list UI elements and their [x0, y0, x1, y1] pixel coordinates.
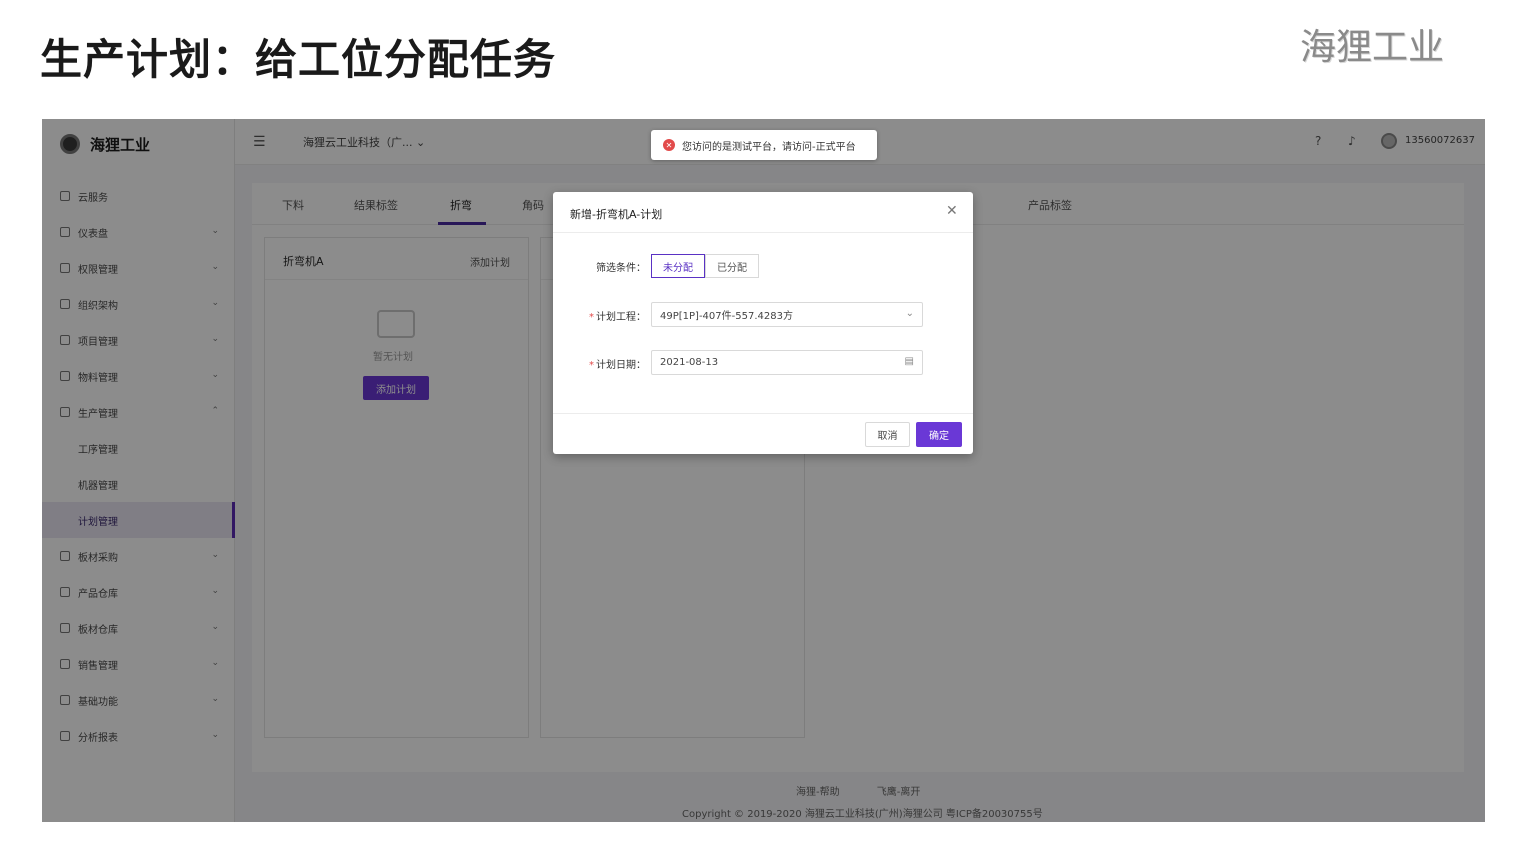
- app-window: 海狸工业 云服务 仪表盘 ⌄ 权限管理 ⌄ 组织架构 ⌄ 项目管理 ⌄ 物料管理 ⌄ 生产管理 ⌃ 工序管…: [42, 119, 1485, 822]
- test-platform-notice: ✕ 您访问的是测试平台，请访问-正式平台: [651, 130, 877, 160]
- filter-row: 筛选条件： 未分配 已分配: [553, 253, 973, 279]
- calendar-icon: ▤: [904, 356, 914, 367]
- date-picker-value: 2021-08-13: [660, 357, 719, 368]
- filter-toggle: 未分配 已分配: [651, 254, 759, 278]
- add-plan-dialog: 新增-折弯机A-计划 ✕ 筛选条件： 未分配 已分配 * 计划工程： 49P[1P…: [553, 192, 973, 454]
- dialog-footer: 取消 确定: [553, 413, 973, 454]
- date-row: * 计划日期： 2021-08-13 ▤: [553, 350, 973, 376]
- confirm-button[interactable]: 确定: [916, 422, 962, 447]
- filter-unassigned-button[interactable]: 未分配: [651, 254, 705, 278]
- close-icon[interactable]: ✕: [946, 203, 958, 219]
- project-select[interactable]: 49P[1P]-407件-557.4283方 ⌄: [651, 302, 923, 327]
- filter-assigned-button[interactable]: 已分配: [705, 254, 759, 278]
- dialog-title: 新增-折弯机A-计划: [570, 208, 663, 221]
- date-picker[interactable]: 2021-08-13 ▤: [651, 350, 923, 375]
- slide-title: 生产计划：给工位分配任务: [40, 35, 557, 84]
- chevron-down-icon: ⌄: [905, 308, 914, 319]
- date-label: * 计划日期：: [589, 360, 646, 371]
- dialog-header: 新增-折弯机A-计划 ✕: [553, 192, 973, 233]
- project-row: * 计划工程： 49P[1P]-407件-557.4283方 ⌄: [553, 302, 973, 328]
- slide-brand-logo: 海狸工业: [1300, 27, 1445, 68]
- notice-text: 您访问的是测试平台，请访问-正式平台: [682, 141, 856, 153]
- filter-label: 筛选条件：: [596, 263, 646, 274]
- error-icon: ✕: [663, 139, 675, 151]
- project-label: * 计划工程：: [589, 312, 646, 323]
- cancel-button[interactable]: 取消: [865, 422, 910, 447]
- project-select-value: 49P[1P]-407件-557.4283方: [660, 311, 793, 322]
